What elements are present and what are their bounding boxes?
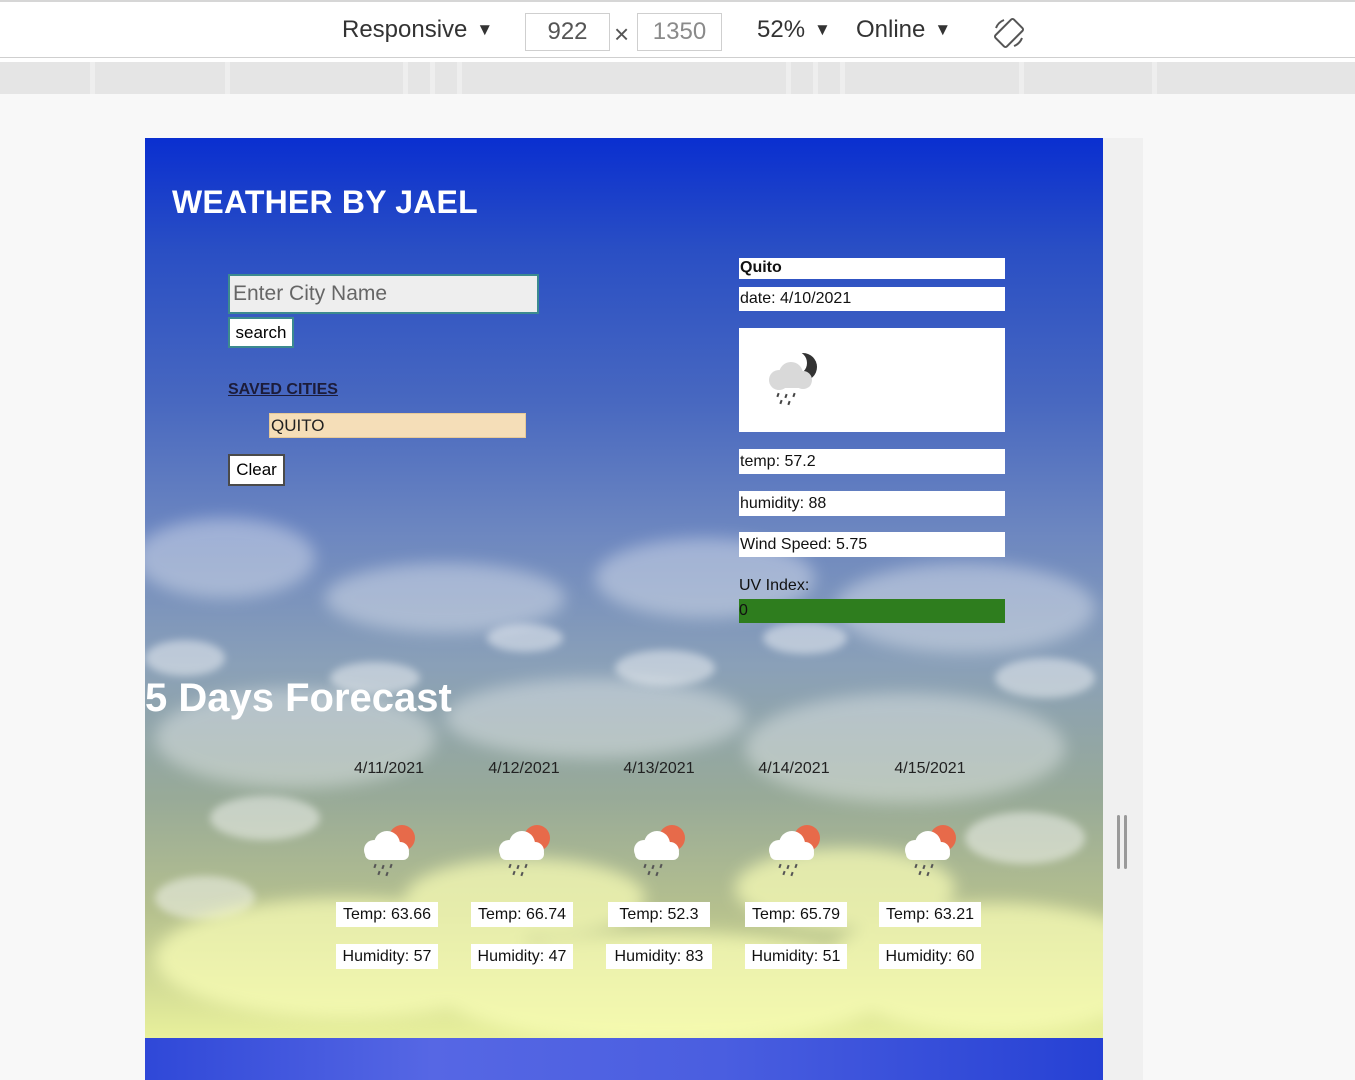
weather-page: WEATHER BY JAEL search SAVED CITIES QUIT…: [145, 138, 1103, 1080]
forecast-date: 4/11/2021: [354, 760, 424, 777]
sun-rain-icon: [634, 825, 685, 877]
forecast-humidity: Humidity: 60: [879, 944, 981, 969]
forecast-card: 4/15/2021 Temp: 63.21 Humidity: 60: [875, 758, 985, 988]
forecast-humidity: Humidity: 47: [471, 944, 573, 969]
forecast-temp: Temp: 52.3: [608, 902, 710, 927]
resize-handle[interactable]: [1117, 815, 1128, 869]
zoom-label: 52%: [757, 16, 806, 43]
forecast-title: 5 Days Forecast: [145, 676, 452, 720]
forecast-temp: Temp: 66.74: [471, 902, 573, 927]
forecast-date: 4/13/2021: [623, 760, 695, 777]
forecast-card: 4/11/2021 Temp: 63.66 Humidity: 57: [334, 758, 444, 988]
uv-index-label: UV Index:: [739, 577, 810, 594]
saved-cities-heading: SAVED CITIES: [228, 381, 338, 398]
rotate-icon[interactable]: [992, 16, 1026, 50]
height-input[interactable]: 1350: [637, 13, 722, 51]
forecast-date: 4/15/2021: [894, 760, 966, 777]
network-label: Online: [856, 16, 926, 43]
forecast-card: 4/13/2021 Temp: 52.3 Humidity: 83: [604, 758, 714, 988]
sun-rain-icon: [499, 825, 550, 877]
forecast-humidity: Humidity: 83: [606, 944, 712, 969]
current-humidity: humidity: 88: [739, 491, 1005, 516]
uv-index-value: 0: [739, 599, 1005, 623]
forecast-card: 4/14/2021 Temp: 65.79 Humidity: 51: [739, 758, 849, 988]
times-icon: ×: [614, 19, 630, 49]
width-input[interactable]: 922: [525, 13, 610, 51]
forecast-humidity: Humidity: 57: [336, 944, 438, 969]
chevron-down-icon: ▼: [476, 20, 494, 39]
device-toolbar: Responsive ▼ 922 × 1350 52% ▼ Online ▼: [0, 0, 1355, 58]
forecast-date: 4/14/2021: [758, 760, 830, 777]
current-wind-speed: Wind Speed: 5.75: [739, 532, 1005, 557]
saved-city-item[interactable]: QUITO: [269, 413, 526, 438]
forecast-card: 4/12/2021 Temp: 66.74 Humidity: 47: [469, 758, 579, 988]
current-temp: temp: 57.2: [739, 449, 1005, 474]
forecast-temp: Temp: 63.66: [336, 902, 438, 927]
night-rain-icon: [769, 351, 817, 406]
current-weather-icon-box: [739, 328, 1005, 432]
device-select[interactable]: Responsive ▼: [342, 16, 493, 44]
clear-button[interactable]: Clear: [228, 454, 285, 486]
chevron-down-icon: ▼: [934, 20, 952, 39]
device-label: Responsive: [342, 16, 468, 43]
sun-rain-icon: [905, 825, 956, 877]
footer-band: [145, 1038, 1103, 1080]
current-city: Quito: [739, 258, 1005, 279]
zoom-select[interactable]: 52% ▼: [757, 16, 831, 44]
forecast-temp: Temp: 63.21: [879, 902, 981, 927]
forecast-temp: Temp: 65.79: [745, 902, 847, 927]
city-search-input[interactable]: [228, 274, 539, 314]
forecast-humidity: Humidity: 51: [745, 944, 847, 969]
forecast-date: 4/12/2021: [488, 760, 560, 777]
network-throttle-select[interactable]: Online ▼: [856, 16, 951, 44]
search-button[interactable]: search: [228, 317, 294, 348]
current-date: date: 4/10/2021: [739, 287, 1005, 311]
sun-rain-icon: [364, 825, 415, 877]
chevron-down-icon: ▼: [814, 20, 831, 39]
sun-rain-icon: [769, 825, 820, 877]
page-title: WEATHER BY JAEL: [172, 184, 478, 220]
media-query-ruler[interactable]: [0, 62, 1355, 94]
viewport-gutter: [1103, 138, 1143, 1080]
